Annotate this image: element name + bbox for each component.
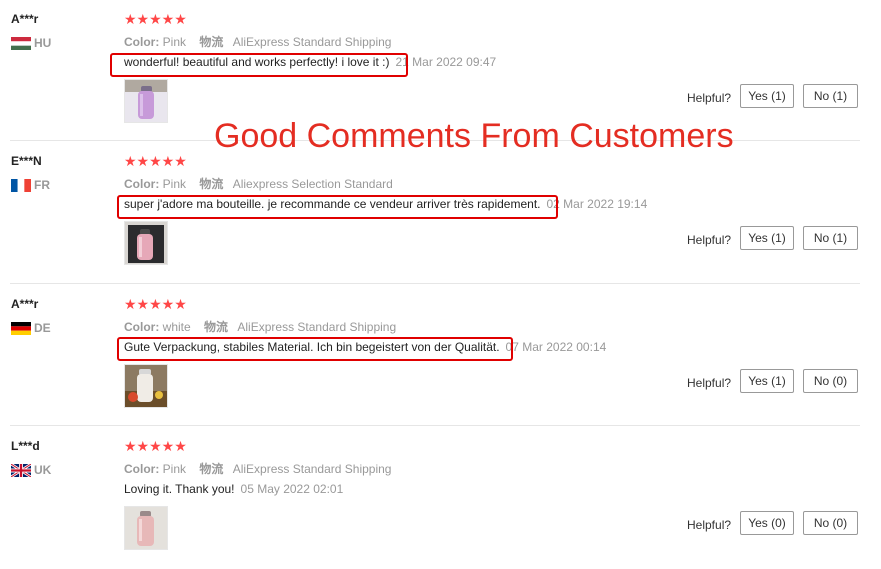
star-rating: ★★★★★ [124, 153, 187, 169]
hungary-flag-icon [11, 36, 31, 50]
color-label: Color: [124, 320, 160, 334]
shipping-label: 物流 [199, 35, 224, 49]
review-photo[interactable] [124, 79, 168, 123]
shipping-label: 物流 [199, 177, 224, 191]
reviewer-country: DE [11, 321, 51, 335]
comment-row: Loving it. Thank you! 05 May 2022 02:01 [124, 482, 343, 496]
review-photo[interactable] [124, 364, 168, 408]
comment-date: 05 May 2022 02:01 [240, 482, 344, 496]
comment-date: 02 Mar 2022 19:14 [546, 197, 648, 211]
review-divider [10, 283, 860, 284]
bottle-photo-icon [125, 80, 167, 122]
helpful-yes-button[interactable]: Yes (1) [740, 369, 794, 393]
bottle-photo-icon [125, 222, 167, 264]
country-code: HU [34, 36, 52, 50]
reviewer-name: A***r [11, 12, 39, 26]
review-divider [10, 425, 860, 426]
color-value: Pink [162, 462, 187, 476]
comment-text: Loving it. Thank you! [124, 482, 235, 496]
color-label: Color: [124, 177, 160, 191]
helpful-label: Helpful? [687, 233, 732, 247]
comment-highlight-box [117, 195, 558, 219]
shipping-label: 物流 [204, 320, 229, 334]
helpful-no-button[interactable]: No (0) [803, 369, 858, 393]
shipping-value: AliExpress Standard Shipping [232, 35, 392, 49]
star-rating: ★★★★★ [124, 11, 187, 27]
country-code: FR [34, 178, 50, 192]
helpful-yes-button[interactable]: Yes (0) [740, 511, 794, 535]
shipping-value: AliExpress Standard Shipping [232, 462, 392, 476]
country-code: DE [34, 321, 51, 335]
comment-highlight-box [110, 53, 408, 77]
review-meta: Color: white 物流 AliExpress Standard Ship… [124, 318, 396, 335]
star-rating: ★★★★★ [124, 438, 187, 454]
comment-date: 07 Mar 2022 00:14 [505, 340, 607, 354]
review-item: A***r DE ★★★★★ Color: white 物流 AliExpres… [0, 285, 881, 427]
helpful-yes-button[interactable]: Yes (1) [740, 84, 794, 108]
color-value: Pink [162, 35, 187, 49]
review-meta: Color: Pink 物流 AliExpress Standard Shipp… [124, 460, 391, 477]
good-comments-banner: Good Comments From Customers [214, 117, 734, 155]
review-meta: Color: Pink 物流 Aliexpress Selection Stan… [124, 175, 393, 192]
color-value: white [162, 320, 191, 334]
color-value: Pink [162, 177, 187, 191]
helpful-no-button[interactable]: No (1) [803, 84, 858, 108]
country-code: UK [34, 463, 52, 477]
star-rating: ★★★★★ [124, 296, 187, 312]
shipping-value: Aliexpress Selection Standard [232, 177, 393, 191]
comment-date: 21 Mar 2022 09:47 [395, 55, 497, 69]
reviewer-name: L***d [11, 439, 40, 453]
reviewer-name: A***r [11, 297, 39, 311]
review-meta: Color: Pink 物流 AliExpress Standard Shipp… [124, 33, 391, 50]
reviewer-country: HU [11, 36, 51, 50]
color-label: Color: [124, 462, 160, 476]
germany-flag-icon [11, 321, 31, 335]
review-photo[interactable] [124, 221, 168, 265]
helpful-no-button[interactable]: No (0) [803, 511, 858, 535]
helpful-label: Helpful? [687, 376, 732, 390]
helpful-label: Helpful? [687, 91, 732, 105]
comment-highlight-box [117, 337, 513, 361]
uk-flag-icon [11, 463, 31, 477]
shipping-value: AliExpress Standard Shipping [237, 320, 397, 334]
review-item: L***d UK ★★★★★ Color: Pink 物流 AliExpress… [0, 427, 881, 569]
shipping-label: 物流 [199, 462, 224, 476]
france-flag-icon [11, 178, 31, 192]
color-label: Color: [124, 35, 160, 49]
reviewer-country: FR [11, 178, 50, 192]
review-photo[interactable] [124, 506, 168, 550]
reviewer-name: E***N [11, 154, 42, 168]
bottle-photo-icon [125, 507, 167, 549]
helpful-label: Helpful? [687, 518, 732, 532]
helpful-yes-button[interactable]: Yes (1) [740, 226, 794, 250]
helpful-no-button[interactable]: No (1) [803, 226, 858, 250]
review-item: E***N FR ★★★★★ Color: Pink 物流 Aliexpress… [0, 142, 881, 284]
bottle-photo-icon [125, 365, 167, 407]
reviewer-country: UK [11, 463, 51, 477]
